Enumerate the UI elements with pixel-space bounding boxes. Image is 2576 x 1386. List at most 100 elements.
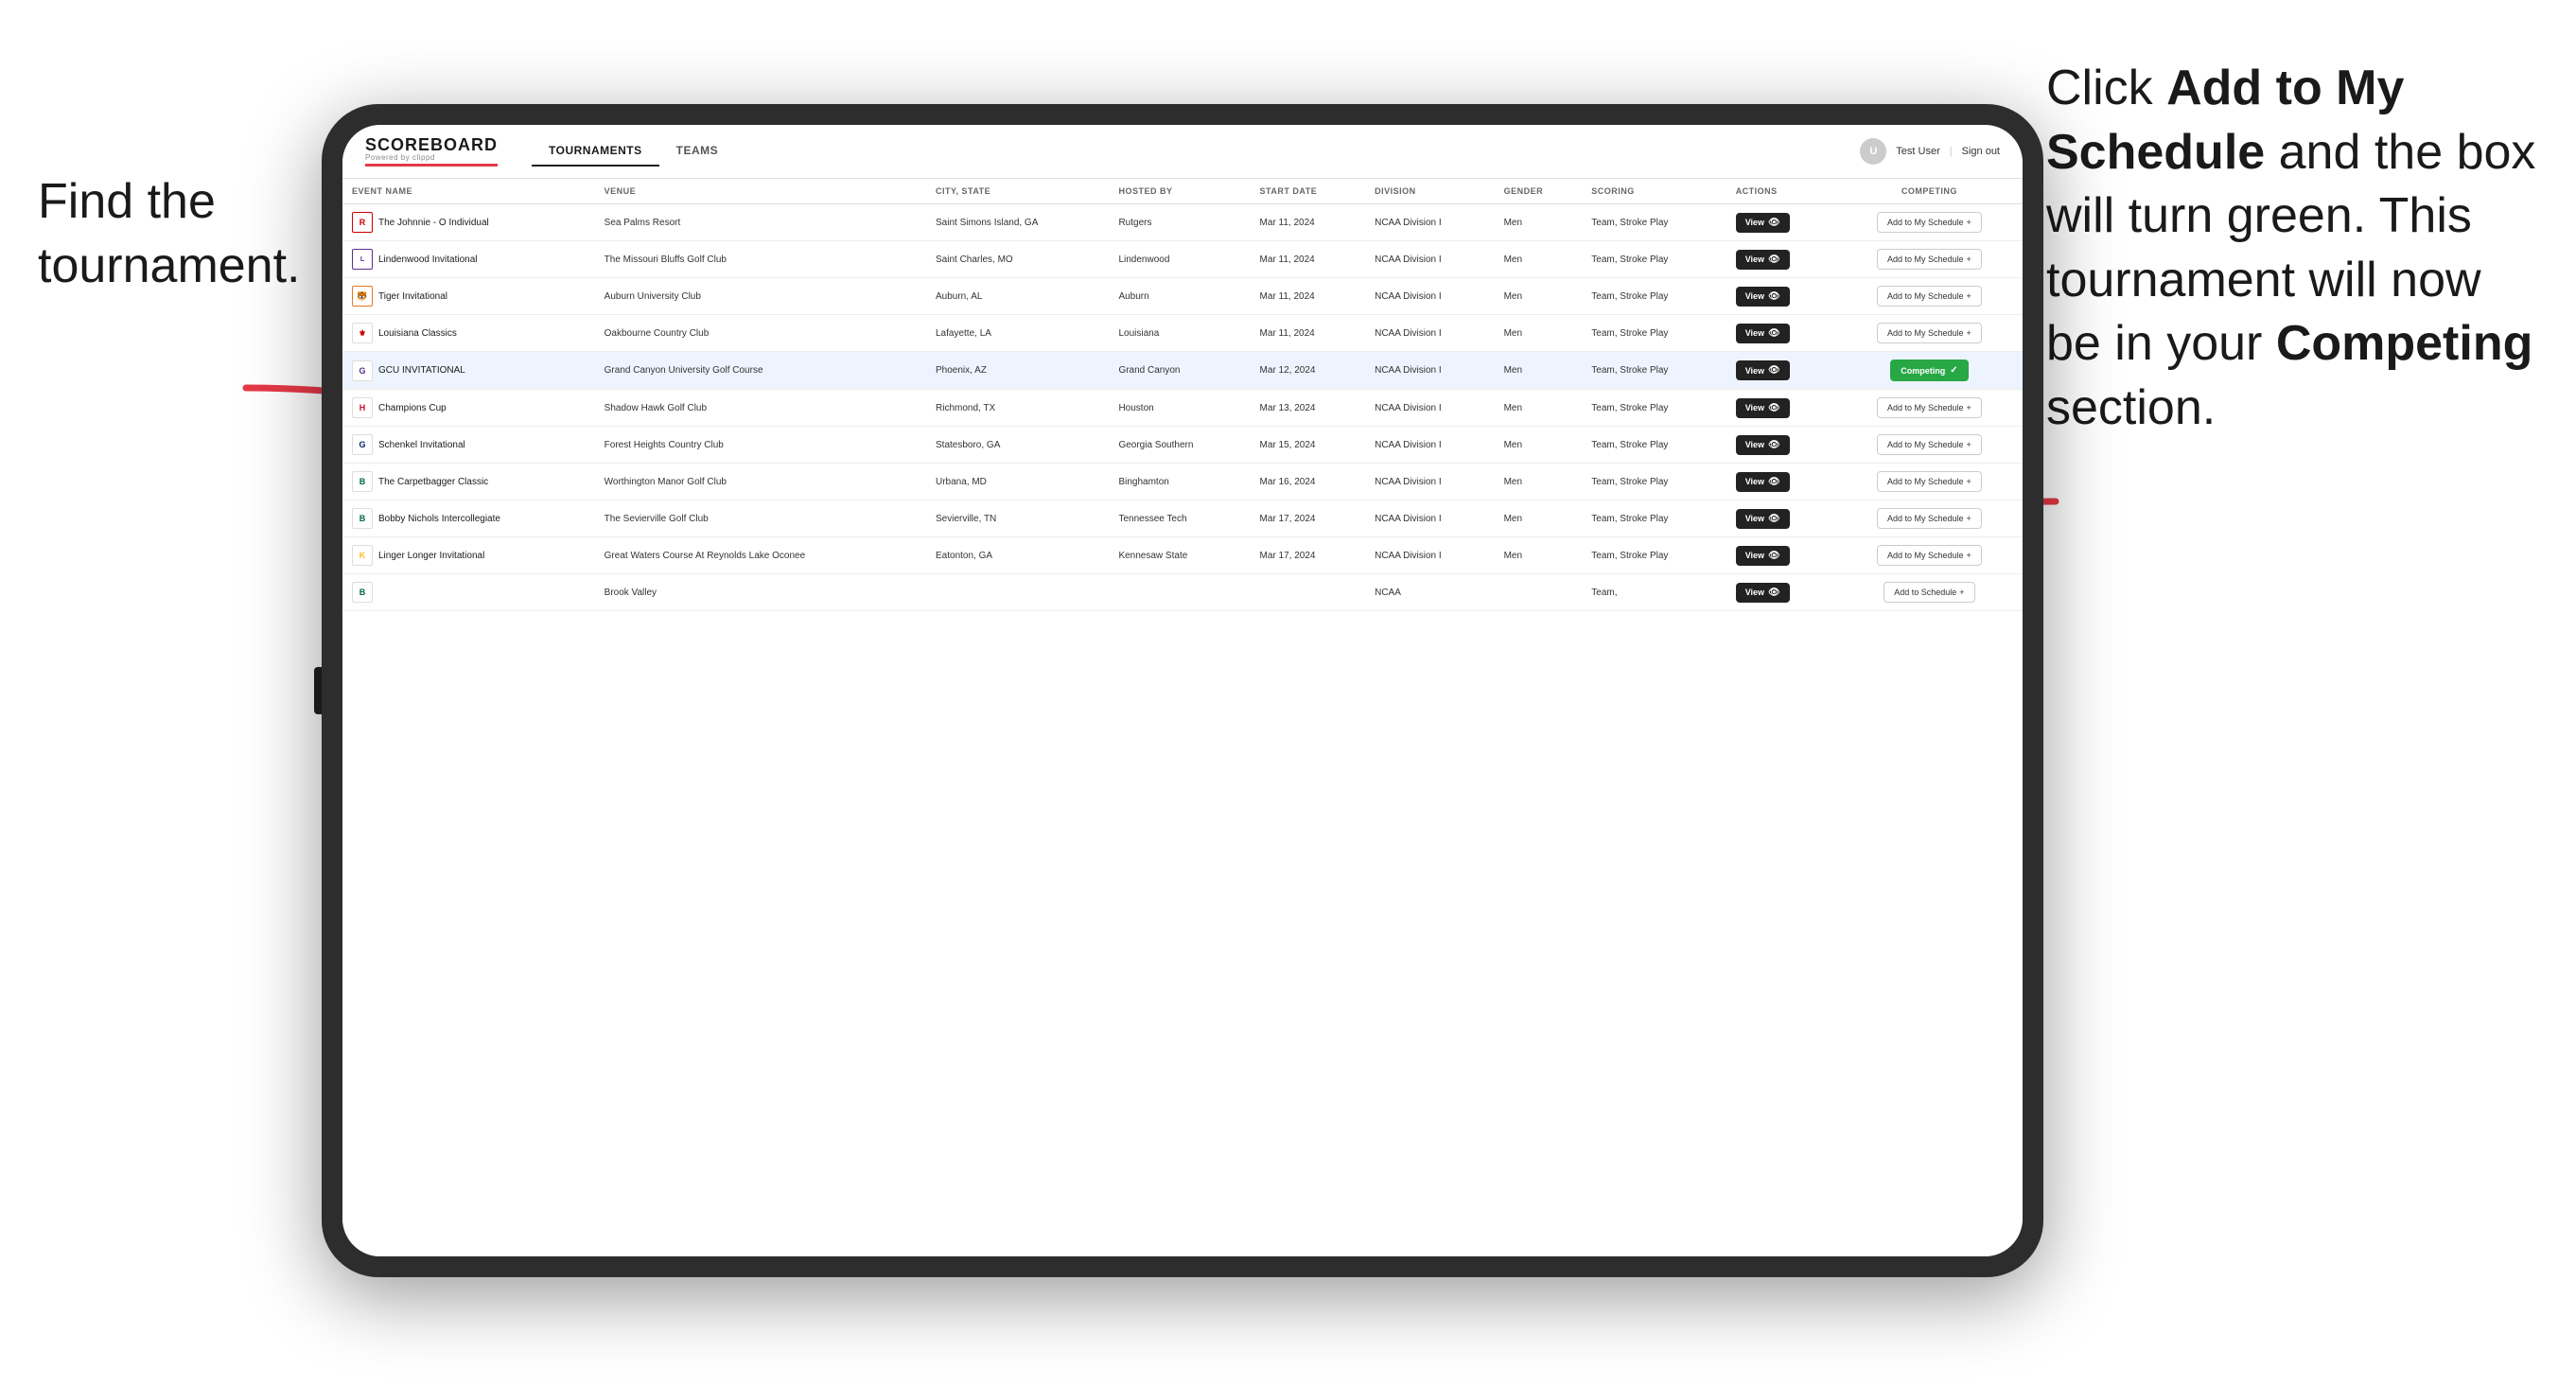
plus-icon: +: [1967, 291, 1971, 301]
table-row: ⚜ Louisiana Classics Oakbourne Country C…: [342, 315, 2023, 352]
view-button[interactable]: View 👁: [1736, 213, 1790, 233]
scoring-cell: Team, Stroke Play: [1582, 204, 1726, 241]
add-schedule-button[interactable]: Add to My Schedule +: [1877, 286, 1982, 307]
venue-cell: Forest Heights Country Club: [595, 427, 926, 464]
plus-icon: +: [1967, 514, 1971, 523]
actions-cell: View 👁: [1726, 315, 1836, 352]
add-schedule-button[interactable]: Add to My Schedule +: [1877, 212, 1982, 233]
event-name-cell: B The Carpetbagger Classic: [342, 464, 595, 500]
competing-cell: Add to My Schedule +: [1836, 204, 2023, 241]
event-name: The Carpetbagger Classic: [378, 477, 488, 487]
col-gender: GENDER: [1495, 179, 1583, 204]
scoring-cell: Team, Stroke Play: [1582, 537, 1726, 574]
gender-cell: Men: [1495, 278, 1583, 315]
eye-icon: 👁: [1768, 551, 1780, 561]
col-start-date: START DATE: [1251, 179, 1366, 204]
add-schedule-button[interactable]: Add to My Schedule +: [1877, 545, 1982, 566]
signout-link[interactable]: Sign out: [1962, 146, 2000, 157]
tab-teams[interactable]: TEAMS: [659, 136, 736, 167]
competing-cell: Add to My Schedule +: [1836, 537, 2023, 574]
start-date-cell: Mar 11, 2024: [1251, 315, 1366, 352]
hosted-by-cell: Louisiana: [1109, 315, 1250, 352]
competing-cell: Add to My Schedule +: [1836, 500, 2023, 537]
city-state-cell: Eatonton, GA: [926, 537, 1109, 574]
event-name-cell: G Schenkel Invitational: [342, 427, 595, 464]
gender-cell: Men: [1495, 537, 1583, 574]
hosted-by-cell: Georgia Southern: [1109, 427, 1250, 464]
city-state-cell: Auburn, AL: [926, 278, 1109, 315]
venue-cell: The Missouri Bluffs Golf Club: [595, 241, 926, 278]
tab-tournaments[interactable]: TOURNAMENTS: [532, 136, 659, 167]
view-button[interactable]: View 👁: [1736, 398, 1790, 418]
nav-divider: |: [1950, 146, 1953, 157]
add-schedule-button[interactable]: Add to My Schedule +: [1877, 249, 1982, 270]
division-cell: NCAA Division I: [1365, 204, 1494, 241]
annotation-right-end: section.: [2046, 380, 2216, 435]
city-state-cell: Saint Simons Island, GA: [926, 204, 1109, 241]
gender-cell: [1495, 574, 1583, 611]
division-cell: NCAA Division I: [1365, 241, 1494, 278]
scoring-cell: Team,: [1582, 574, 1726, 611]
start-date-cell: Mar 16, 2024: [1251, 464, 1366, 500]
division-cell: NCAA Division I: [1365, 500, 1494, 537]
plus-icon: +: [1967, 403, 1971, 412]
view-button[interactable]: View 👁: [1736, 583, 1790, 603]
add-schedule-button[interactable]: Add to My Schedule +: [1877, 323, 1982, 343]
navbar: SCOREBOARD Powered by clippd TOURNAMENTS…: [342, 125, 2023, 179]
gender-cell: Men: [1495, 464, 1583, 500]
actions-cell: View 👁: [1726, 427, 1836, 464]
view-button[interactable]: View 👁: [1736, 509, 1790, 529]
division-cell: NCAA Division I: [1365, 537, 1494, 574]
hosted-by-cell: Rutgers: [1109, 204, 1250, 241]
city-state-cell: Saint Charles, MO: [926, 241, 1109, 278]
event-name-cell: R The Johnnie - O Individual: [342, 204, 595, 241]
division-cell: NCAA Division I: [1365, 278, 1494, 315]
gender-cell: Men: [1495, 390, 1583, 427]
scoring-cell: Team, Stroke Play: [1582, 315, 1726, 352]
city-state-cell: Richmond, TX: [926, 390, 1109, 427]
competing-cell: Add to My Schedule +: [1836, 315, 2023, 352]
event-name: Bobby Nichols Intercollegiate: [378, 514, 500, 524]
hosted-by-cell: Auburn: [1109, 278, 1250, 315]
plus-icon: +: [1967, 551, 1971, 560]
col-division: DIVISION: [1365, 179, 1494, 204]
add-schedule-button[interactable]: Add to My Schedule +: [1877, 471, 1982, 492]
hosted-by-cell: Binghamton: [1109, 464, 1250, 500]
add-schedule-button[interactable]: Add to My Schedule +: [1877, 508, 1982, 529]
view-button[interactable]: View 👁: [1736, 360, 1790, 380]
eye-icon: 👁: [1768, 477, 1780, 487]
eye-icon: 👁: [1768, 514, 1780, 524]
event-name-cell: B Bobby Nichols Intercollegiate: [342, 500, 595, 537]
col-competing: COMPETING: [1836, 179, 2023, 204]
check-icon: ✓: [1950, 365, 1957, 376]
eye-icon: 👁: [1768, 328, 1780, 339]
school-logo: K: [352, 545, 373, 566]
add-schedule-button[interactable]: Add to Schedule +: [1884, 582, 1974, 603]
table-row: K Linger Longer Invitational Great Water…: [342, 537, 2023, 574]
event-name-cell: L Lindenwood Invitational: [342, 241, 595, 278]
event-name-cell: K Linger Longer Invitational: [342, 537, 595, 574]
venue-cell: Grand Canyon University Golf Course: [595, 352, 926, 390]
table-header-row: EVENT NAME VENUE CITY, STATE HOSTED BY S…: [342, 179, 2023, 204]
annotation-right-bold2: Competing: [2276, 316, 2533, 371]
add-schedule-button[interactable]: Add to My Schedule +: [1877, 397, 1982, 418]
view-button[interactable]: View 👁: [1736, 324, 1790, 343]
view-button[interactable]: View 👁: [1736, 287, 1790, 307]
add-schedule-button[interactable]: Add to My Schedule +: [1877, 434, 1982, 455]
view-button[interactable]: View 👁: [1736, 472, 1790, 492]
table-container: EVENT NAME VENUE CITY, STATE HOSTED BY S…: [342, 179, 2023, 1256]
eye-icon: 👁: [1768, 588, 1780, 598]
view-button[interactable]: View 👁: [1736, 435, 1790, 455]
logo-text: SCOREBOARD: [365, 136, 498, 153]
tablet-device: SCOREBOARD Powered by clippd TOURNAMENTS…: [322, 104, 2043, 1277]
competing-button[interactable]: Competing ✓: [1890, 360, 1968, 381]
table-row: B Brook ValleyNCAATeam,View 👁Add to Sche…: [342, 574, 2023, 611]
plus-icon: +: [1967, 328, 1971, 338]
school-logo: R: [352, 212, 373, 233]
view-button[interactable]: View 👁: [1736, 250, 1790, 270]
city-state-cell: Phoenix, AZ: [926, 352, 1109, 390]
view-button[interactable]: View 👁: [1736, 546, 1790, 566]
venue-cell: Shadow Hawk Golf Club: [595, 390, 926, 427]
event-name: Linger Longer Invitational: [378, 551, 484, 561]
venue-cell: The Sevierville Golf Club: [595, 500, 926, 537]
